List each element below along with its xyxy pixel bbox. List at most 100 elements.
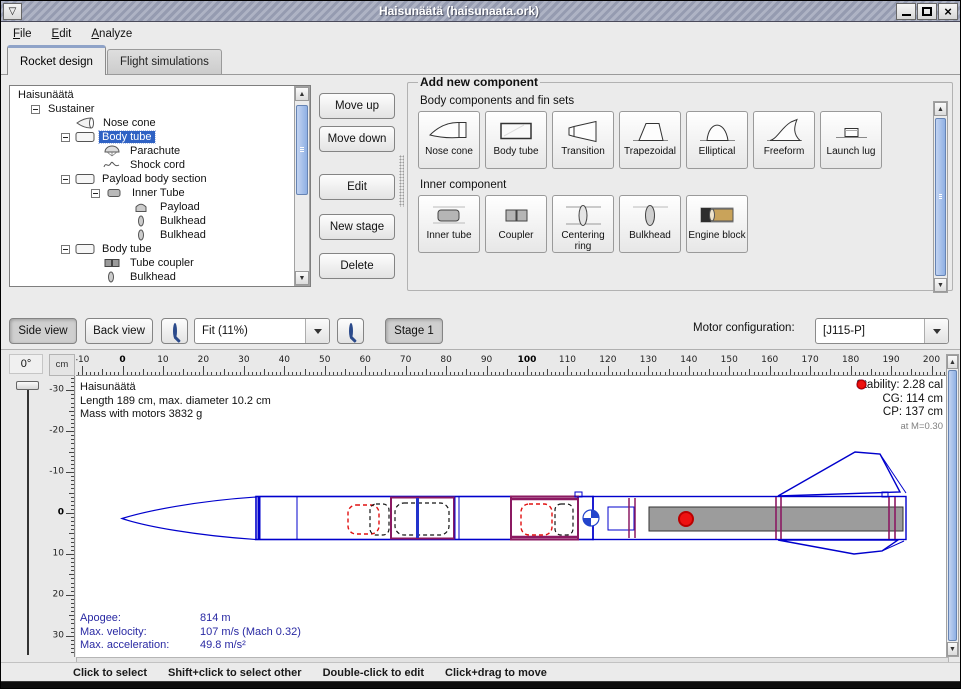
add-launch-lug-button[interactable]: Launch lug [820,111,882,169]
add-inner-tube-button[interactable]: Inner tube [418,195,480,253]
zoom-level-select[interactable]: Fit (11%) [194,318,330,344]
ruler-tick [309,372,310,375]
rotation-slider-handle[interactable] [16,381,39,390]
panel-splitter-handle[interactable] [399,155,404,207]
scroll-up-button[interactable]: ▲ [947,355,958,369]
stage-1-toggle[interactable]: Stage 1 [385,318,443,344]
motor-configuration-select[interactable]: [J115-P] [815,318,949,344]
tab-flight-simulations[interactable]: Flight simulations [107,49,222,75]
ruler-tick [268,372,269,375]
tab-rocket-design[interactable]: Rocket design [7,45,106,75]
tree-item-payload-body-section[interactable]: Payload body section [11,172,293,186]
tree-scrollbar[interactable]: ▲ ▼ [294,86,310,286]
ruler-tick [71,497,74,498]
maximize-button[interactable] [917,3,937,20]
collapse-icon[interactable] [61,175,70,184]
ruler-tick [191,372,192,375]
tree-item-parachute[interactable]: Parachute [11,144,293,158]
add-bulkhead-button[interactable]: Bulkhead [619,195,681,253]
collapse-icon[interactable] [31,105,40,114]
ruler-tick [71,415,74,416]
dropdown-arrow-box[interactable] [924,319,948,343]
tree-item-label: Haisunäätä [15,89,77,101]
dropdown-arrow-box[interactable] [305,319,329,343]
add-trapezoidal-fin-button[interactable]: Trapezoidal [619,111,681,169]
collapse-icon[interactable] [91,189,100,198]
tree-item-body-tube-selected[interactable]: Body tube [11,130,293,144]
ruler-label: 60 [359,355,370,365]
ruler-tick [272,372,273,375]
tree-item-nose-cone[interactable]: Nose cone [11,116,293,130]
scrollbar-thumb[interactable] [296,105,308,195]
add-transition-button[interactable]: Transition [552,111,614,169]
ruler-tick [851,366,852,375]
ruler-label: 90 [481,355,492,365]
ruler-tick [361,372,362,375]
ruler-tick [709,369,710,375]
tree-item-sustainer[interactable]: Sustainer [11,102,293,116]
add-coupler-button[interactable]: Coupler [485,195,547,253]
ruler-tick [86,372,87,375]
tree-item-bulkhead[interactable]: Bulkhead [11,214,293,228]
cp-icon [856,379,867,390]
ruler-tick [71,542,74,543]
ruler-tick [183,369,184,375]
component-panel-scrollbar[interactable]: ▲ ▼ [933,101,948,293]
menu-edit[interactable]: Edit [44,26,80,42]
move-up-button[interactable]: Move up [319,93,395,119]
scroll-up-button[interactable]: ▲ [295,87,309,101]
tree-item-tube-coupler[interactable]: Tube coupler [11,256,293,270]
menu-file[interactable]: File [5,26,40,42]
cg-marker [583,510,599,526]
collapse-icon[interactable] [61,133,70,142]
ruler-tick [632,372,633,375]
delete-button[interactable]: Delete [319,253,395,279]
menu-analyze[interactable]: Analyze [83,26,140,42]
ruler-tick [656,372,657,375]
add-body-tube-button[interactable]: Body tube [485,111,547,169]
move-down-button[interactable]: Move down [319,126,395,152]
ruler-tick [329,372,330,375]
zoom-in-button[interactable] [337,318,364,344]
tree-item-payload[interactable]: Payload [11,200,293,214]
window-menu-button[interactable]: ▽ [3,3,22,20]
tree-item-body-tube-aft[interactable]: Body tube [11,242,293,256]
scroll-down-button[interactable]: ▼ [934,278,947,292]
ruler-tick [422,372,423,375]
rotation-slider-track[interactable] [27,390,29,655]
canvas-vertical-scrollbar[interactable]: ▲ ▼ [946,354,959,657]
edit-button[interactable]: Edit [319,174,395,200]
add-engine-block-button[interactable]: Engine block [686,195,748,253]
tree-item-label: Bulkhead [157,229,209,241]
scroll-down-button[interactable]: ▼ [947,642,958,656]
scroll-up-button[interactable]: ▲ [934,102,947,116]
add-centering-ring-button[interactable]: Centering ring [552,195,614,253]
new-stage-button[interactable]: New stage [319,214,395,240]
scrollbar-thumb[interactable] [948,370,957,641]
ruler-tick [71,538,74,539]
rocket-canvas[interactable]: Haisunäätä Length 189 cm, max. diameter … [76,376,949,657]
tree-item-inner-tube[interactable]: Inner Tube [11,186,293,200]
zoom-out-button[interactable] [161,318,188,344]
minimize-icon [902,14,911,16]
tree-item-bulkhead-aft[interactable]: Bulkhead [11,270,293,284]
ruler-tick [483,372,484,375]
ruler-tick [195,372,196,375]
back-view-button[interactable]: Back view [85,318,153,344]
side-view-button[interactable]: Side view [9,318,77,344]
add-nose-cone-button[interactable]: Nose cone [418,111,480,169]
ruler-tick [90,372,91,375]
tree-item-rocket[interactable]: Haisunäätä [11,88,293,102]
ruler-tick [547,369,548,375]
tab-label: Flight simulations [120,56,209,68]
minimize-button[interactable] [896,3,916,20]
close-button[interactable]: × [938,3,958,20]
add-freeform-fin-button[interactable]: Freeform [753,111,815,169]
collapse-icon[interactable] [61,245,70,254]
scroll-down-button[interactable]: ▼ [295,271,309,285]
add-elliptical-fin-button[interactable]: Elliptical [686,111,748,169]
scrollbar-thumb[interactable] [935,118,946,276]
tree-item-bulkhead[interactable]: Bulkhead [11,228,293,242]
tree-item-shock-cord[interactable]: Shock cord [11,158,293,172]
ruler-unit: cm [49,354,75,376]
